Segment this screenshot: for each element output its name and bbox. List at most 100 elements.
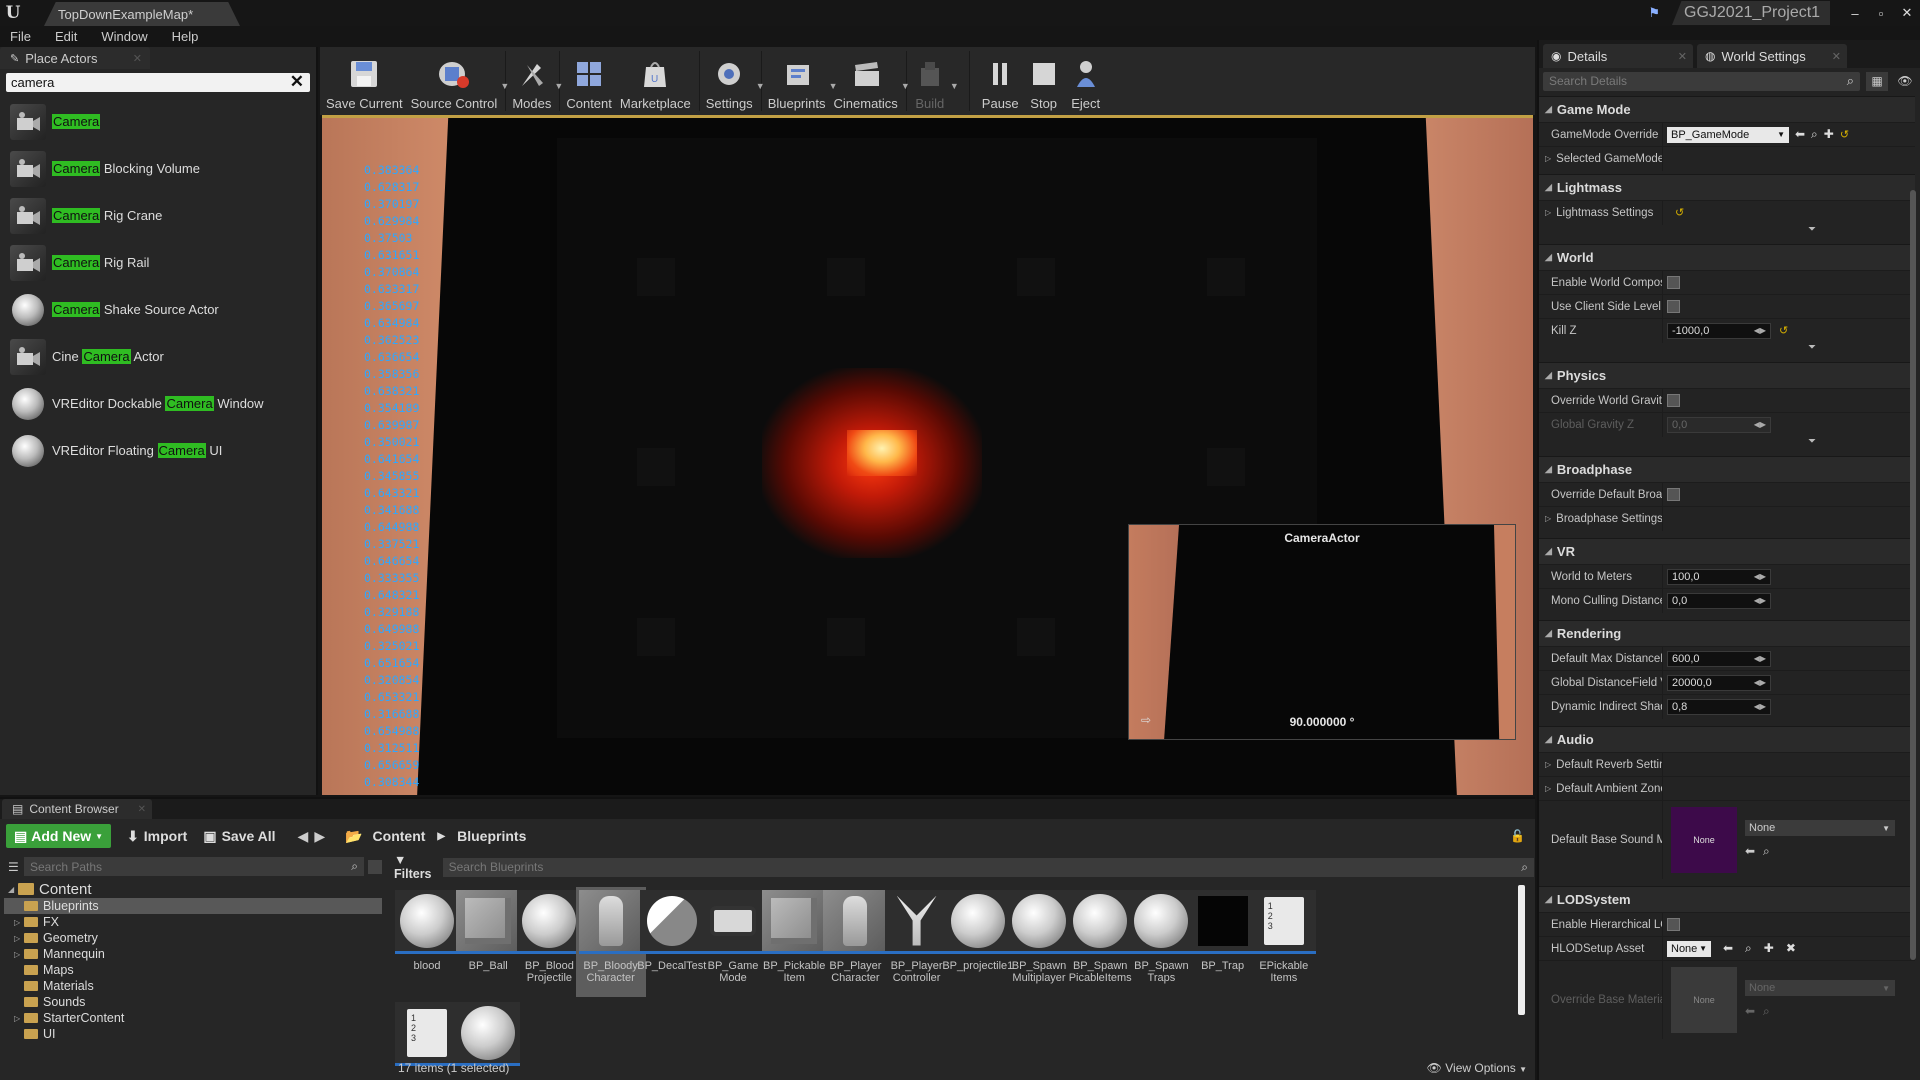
category-game-mode[interactable]: ◢ Game Mode — [1539, 96, 1915, 122]
property-label[interactable]: ▷ Selected GameMode — [1539, 146, 1663, 171]
pause-button[interactable]: Pause — [982, 47, 1019, 115]
asset-tile[interactable]: BP_Spawn Traps — [1126, 887, 1196, 997]
category-audio[interactable]: ◢ Audio — [1539, 726, 1915, 752]
tree-folder[interactable]: ▷ StarterContent — [4, 1010, 382, 1026]
default-max-distance-input[interactable]: 600,0 ◀▶ — [1667, 650, 1771, 667]
sources-toggle-icon[interactable]: ☰ — [8, 860, 19, 874]
tree-folder[interactable]: Maps — [4, 962, 382, 978]
chevron-down-icon[interactable]: ▼ — [500, 81, 509, 91]
actor-item[interactable]: Camera — [0, 98, 316, 145]
category-vr[interactable]: ◢ VR — [1539, 538, 1915, 564]
enable-world-composition-checkbox[interactable] — [1667, 276, 1680, 289]
category-world[interactable]: ◢ World — [1539, 244, 1915, 270]
history-nav-icons[interactable]: ◀▶ — [298, 828, 332, 845]
category-rendering[interactable]: ◢ Rendering — [1539, 620, 1915, 646]
asset-tile[interactable]: BP_Player Controller — [882, 887, 952, 997]
content-button[interactable]: Content — [566, 47, 612, 115]
maximize-button[interactable]: ▫ — [1868, 3, 1894, 23]
asset-action-icons[interactable]: ⬅⌕✚✖ — [1723, 941, 1808, 956]
actor-item[interactable]: Camera Rig Crane — [0, 192, 316, 239]
asset-tile[interactable]: BP_Bloody Character — [575, 887, 646, 997]
reset-to-default-icon[interactable]: ↺ — [1779, 324, 1788, 337]
tree-root[interactable]: ◢ Content — [4, 880, 382, 898]
sound-mix-select[interactable]: None ▼ — [1745, 820, 1895, 836]
eject-button[interactable]: Eject — [1069, 47, 1103, 115]
eye-icon[interactable]: 👁 — [1894, 72, 1916, 91]
close-tab-icon[interactable]: ✕ — [133, 52, 142, 65]
reset-to-default-icon[interactable]: ↺ — [1675, 206, 1684, 219]
menu-help[interactable]: Help — [172, 29, 199, 44]
tree-folder[interactable]: ▷ Mannequin — [4, 946, 382, 962]
filters-button[interactable]: ▼ Filters — [388, 853, 447, 881]
build-button[interactable]: Build ▼ — [913, 47, 959, 115]
breadcrumb-separator-icon[interactable]: ▶ — [437, 831, 445, 842]
add-new-button[interactable]: ▤ Add New ▼ — [6, 824, 112, 848]
advanced-expand-icon[interactable]: ⏷ — [1539, 224, 1915, 236]
kill-z-input[interactable]: -1000,0 ◀▶ — [1667, 322, 1771, 339]
chevron-down-icon[interactable]: ▼ — [901, 81, 910, 91]
lock-icon[interactable]: 🔓 — [1510, 829, 1525, 843]
asset-action-icons[interactable]: ⬅⌕ — [1745, 844, 1895, 859]
actor-item[interactable]: VREditor Dockable Camera Window — [0, 380, 316, 427]
reset-to-default-icon[interactable]: ↺ — [1840, 128, 1849, 141]
chevron-down-icon[interactable]: ▼ — [950, 81, 959, 91]
property-label[interactable]: ▷ Broadphase Settings — [1539, 506, 1663, 531]
menu-window[interactable]: Window — [101, 29, 147, 44]
view-options-icon[interactable] — [368, 859, 382, 874]
graduation-cap-icon[interactable]: ⚑ — [1648, 5, 1660, 21]
property-matrix-icon[interactable]: ▦ — [1866, 71, 1888, 91]
menu-file[interactable]: File — [10, 29, 31, 44]
tab-world-settings[interactable]: ◍ World Settings ✕ — [1697, 44, 1847, 68]
stop-button[interactable]: Stop — [1027, 47, 1061, 115]
sound-mix-thumbnail[interactable]: None — [1671, 806, 1737, 873]
close-tab-icon[interactable]: ✕ — [1678, 50, 1687, 63]
place-actors-tab[interactable]: ✎ Place Actors ✕ — [0, 47, 150, 69]
marketplace-button[interactable]: U Marketplace — [620, 47, 691, 115]
clear-search-icon[interactable]: ✕ — [290, 72, 304, 92]
actor-item[interactable]: Camera Blocking Volume — [0, 145, 316, 192]
override-world-gravity-checkbox[interactable] — [1667, 394, 1680, 407]
tree-folder[interactable]: UI — [4, 1026, 382, 1042]
import-button[interactable]: ⬇ Import — [127, 828, 187, 845]
actor-search-input[interactable]: camera ✕ — [6, 72, 310, 92]
dynamic-indirect-input[interactable]: 0,8 ◀▶ — [1667, 698, 1771, 715]
tree-folder[interactable]: Materials — [4, 978, 382, 994]
chevron-down-icon[interactable]: ▼ — [554, 81, 563, 91]
property-label[interactable]: ▷ Lightmass Settings — [1539, 200, 1663, 225]
actor-item[interactable]: VREditor Floating Camera UI — [0, 427, 316, 474]
hlod-setup-select[interactable]: None ▼ — [1667, 940, 1711, 957]
mono-culling-input[interactable]: 0,0 ◀▶ — [1667, 592, 1771, 609]
use-client-side-level-checkbox[interactable] — [1667, 300, 1680, 313]
blueprints-button[interactable]: Blueprints ▼ — [768, 47, 838, 115]
cinematics-button[interactable]: Cinematics ▼ — [834, 47, 910, 115]
search-paths-input[interactable]: Search Paths ⌕ — [24, 857, 364, 876]
gamemode-override-select[interactable]: BP_GameMode ▼ — [1667, 126, 1789, 143]
settings-button[interactable]: Settings ▼ — [706, 47, 765, 115]
property-label[interactable]: ▷ Default Ambient Zone — [1539, 776, 1663, 801]
close-button[interactable]: ✕ — [1894, 3, 1920, 23]
source-control-button[interactable]: Source Control ▼ — [411, 47, 509, 115]
close-tab-icon[interactable]: ✕ — [1832, 50, 1841, 63]
level-viewport[interactable]: 0.383364 0.628317 0.370197 0.629984 0.37503 0… — [322, 115, 1533, 795]
content-browser-tab[interactable]: ▤ Content Browser ✕ — [2, 799, 152, 819]
level-tab[interactable]: TopDownExampleMap* — [44, 2, 240, 26]
close-tab-icon[interactable]: ✕ — [138, 804, 146, 815]
search-blueprints-input[interactable]: Search Blueprints ⌕ — [442, 857, 1534, 877]
asset-tile[interactable]: 1 2 3 EPickable Items — [1249, 887, 1319, 997]
advanced-expand-icon[interactable]: ⏷ — [1539, 436, 1915, 448]
override-default-broadphase-checkbox[interactable] — [1667, 488, 1680, 501]
view-options-button[interactable]: 👁 View Options ▼ — [1427, 1061, 1527, 1075]
global-distancefield-input[interactable]: 20000,0 ◀▶ — [1667, 674, 1771, 691]
modes-button[interactable]: Modes ▼ — [512, 47, 563, 115]
tree-folder[interactable]: Sounds — [4, 994, 382, 1010]
details-scrollbar[interactable] — [1910, 190, 1916, 960]
save-current-button[interactable]: Save Current — [326, 47, 403, 115]
asset-scrollbar[interactable] — [1518, 885, 1525, 1015]
tab-details[interactable]: ◉ Details ✕ — [1543, 44, 1693, 68]
advanced-expand-icon[interactable]: ⏷ — [1539, 342, 1915, 354]
asset-tile[interactable]: blood — [392, 887, 462, 997]
category-broadphase[interactable]: ◢ Broadphase — [1539, 456, 1915, 482]
world-to-meters-input[interactable]: 100,0 ◀▶ — [1667, 568, 1771, 585]
minimize-button[interactable]: – — [1842, 3, 1868, 23]
chevron-down-icon[interactable]: ▼ — [756, 81, 765, 91]
